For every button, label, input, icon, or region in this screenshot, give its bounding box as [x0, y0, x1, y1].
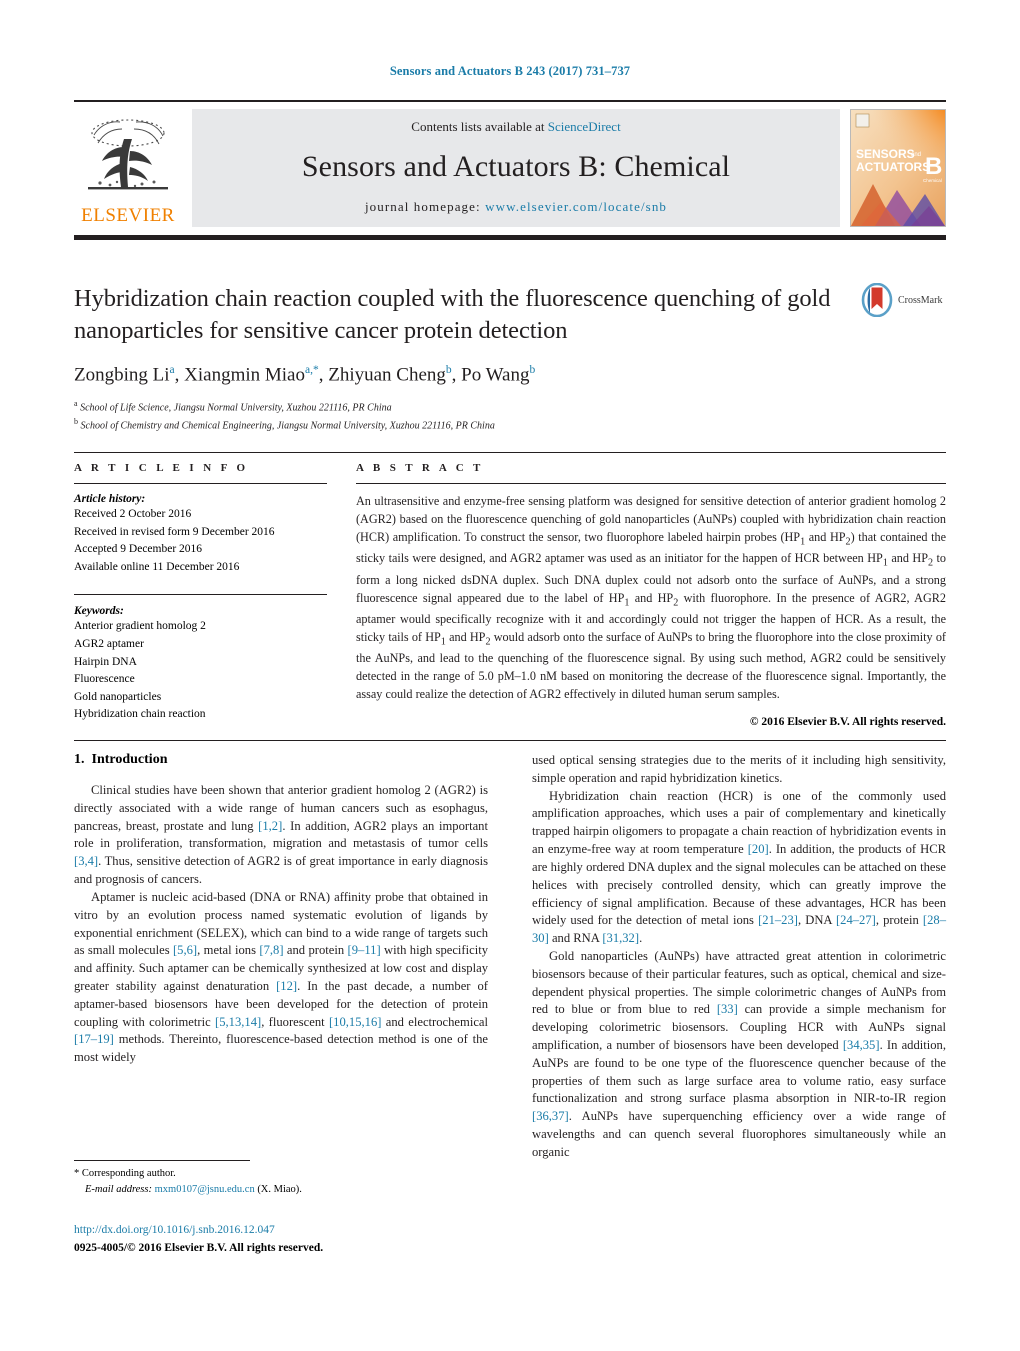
body-column-right: used optical sensing strategies due to t…	[532, 752, 946, 1162]
masthead-top-rule	[74, 100, 946, 102]
history-item: Available online 11 December 2016	[74, 560, 240, 573]
keywords-rule	[74, 594, 327, 596]
masthead-bottom-rule	[74, 235, 946, 240]
keyword-item: AGR2 aptamer	[74, 637, 144, 650]
elsevier-logo: ELSEVIER	[74, 109, 182, 227]
abstract-column: A B S T R A C T An ultrasensitive and en…	[356, 462, 946, 728]
cover-and-text: and	[911, 152, 921, 158]
journal-band: Contents lists available at ScienceDirec…	[192, 109, 840, 227]
affiliations: a School of Life Science, Jiangsu Normal…	[74, 398, 946, 434]
homepage-prefix: journal homepage:	[364, 199, 486, 214]
email-link[interactable]: mxm0107@jsnu.edu.cn	[155, 1184, 255, 1195]
article-info-column: A R T I C L E I N F O Article history: R…	[74, 462, 327, 724]
history-item: Received in revised form 9 December 2016	[74, 525, 275, 538]
issn-copyright-line: 0925-4005/© 2016 Elsevier B.V. All right…	[74, 1241, 324, 1254]
abstract-text: An ultrasensitive and enzyme-free sensin…	[356, 494, 947, 702]
journal-cover-art: SENSORS and ACTUATORS B Chemical	[851, 110, 945, 226]
keyword-item: Hybridization chain reaction	[74, 708, 206, 721]
running-head: Sensors and Actuators B 243 (2017) 731–7…	[389, 64, 631, 78]
corresponding-marker: *	[74, 1168, 80, 1179]
journal-title: Sensors and Actuators B: Chemical	[301, 150, 731, 183]
body-column-left: 1. Introduction Clinical studies have bee…	[74, 752, 488, 1067]
history-item: Accepted 9 December 2016	[74, 543, 203, 556]
title-block: CrossMark Hybridization chain reaction c…	[74, 283, 946, 433]
crossmark-label: CrossMark	[898, 294, 943, 306]
doi-link[interactable]: http://dx.doi.org/10.1016/j.snb.2016.12.…	[74, 1224, 275, 1236]
paragraph: Gold nanoparticles (AuNPs) have attracte…	[532, 948, 946, 1159]
sciencedirect-link[interactable]: ScienceDirect	[548, 119, 621, 134]
elsevier-tree-icon	[88, 119, 168, 190]
contents-available-line: Contents lists available at ScienceDirec…	[411, 119, 620, 135]
keyword-item: Fluorescence	[74, 673, 135, 686]
abstract-rule	[356, 483, 946, 484]
footnote-rule	[74, 1160, 250, 1161]
elsevier-wordmark: ELSEVIER	[81, 205, 175, 226]
cover-letter-b: B	[925, 153, 942, 180]
email-owner: (X. Miao).	[257, 1183, 302, 1195]
journal-masthead: ELSEVIER Contents lists available at Sci…	[74, 100, 946, 240]
affiliation-marker: a	[74, 398, 78, 408]
contents-prefix: Contents lists available at	[411, 119, 548, 134]
crossmark-badge[interactable]: CrossMark	[860, 283, 946, 317]
email-line: E-mail address: mxm0107@jsnu.edu.cn (X. …	[74, 1182, 488, 1198]
section-title: Introduction	[91, 752, 168, 767]
affiliation-marker: b	[74, 416, 78, 426]
cover-sensors-text: SENSORS	[856, 147, 915, 161]
article-info-heading: A R T I C L E I N F O	[74, 462, 249, 474]
corresponding-author-line: * Corresponding author.	[74, 1166, 488, 1182]
journal-homepage-link[interactable]: www.elsevier.com/locate/snb	[485, 199, 667, 214]
keyword-item: Hairpin DNA	[74, 655, 137, 668]
affiliation-text: School of Life Science, Jiangsu Normal U…	[80, 402, 392, 414]
keywords-list: Anterior gradient homolog 2 AGR2 aptamer…	[74, 618, 327, 724]
body-top-rule	[74, 740, 946, 741]
paragraph: Hybridization chain reaction (HCR) is on…	[532, 788, 946, 946]
paragraph: Clinical studies have been shown that an…	[74, 783, 488, 887]
article-info-rule	[74, 483, 327, 484]
affiliation-item: b School of Chemistry and Chemical Engin…	[74, 416, 946, 434]
paragraph: used optical sensing strategies due to t…	[532, 753, 946, 785]
page-title: Hybridization chain reaction coupled wit…	[74, 285, 831, 345]
corresponding-text: Corresponding author.	[81, 1168, 176, 1179]
cover-subtitle: Chemical	[923, 178, 942, 183]
keyword-item: Gold nanoparticles	[74, 690, 162, 703]
keywords-label: Keywords:	[74, 605, 124, 618]
email-label: E-mail address:	[85, 1183, 152, 1195]
section-heading-introduction: 1. Introduction	[74, 752, 488, 768]
abstract-heading: A B S T R A C T	[356, 462, 484, 474]
keyword-item: Anterior gradient homolog 2	[74, 620, 206, 633]
author-list: Zongbing Lia, Xiangmin Miaoa,*, Zhiyuan …	[74, 363, 536, 385]
doi-block: http://dx.doi.org/10.1016/j.snb.2016.12.…	[74, 1222, 574, 1258]
article-history-label: Article history:	[74, 493, 146, 505]
journal-homepage-line: journal homepage: www.elsevier.com/locat…	[365, 199, 667, 215]
info-section-top-rule	[74, 452, 946, 453]
affiliation-item: a School of Life Science, Jiangsu Normal…	[74, 398, 946, 416]
crossmark-icon	[861, 283, 893, 317]
journal-cover-thumbnail: SENSORS and ACTUATORS B Chemical	[850, 109, 946, 227]
paragraph: Aptamer is nucleic acid-based (DNA or RN…	[74, 889, 489, 1065]
history-item: Received 2 October 2016	[74, 508, 192, 520]
section-number: 1.	[74, 752, 85, 767]
footnote-block: * Corresponding author. E-mail address: …	[74, 1166, 488, 1198]
abstract-copyright: © 2016 Elsevier B.V. All rights reserved…	[749, 716, 946, 729]
affiliation-text: School of Chemistry and Chemical Enginee…	[80, 419, 495, 431]
cover-actuators-text: ACTUATORS	[856, 160, 930, 174]
paper-page: Sensors and Actuators B 243 (2017) 731–7…	[0, 0, 1020, 1351]
article-history-list: Received 2 October 2016 Received in revi…	[74, 506, 327, 576]
